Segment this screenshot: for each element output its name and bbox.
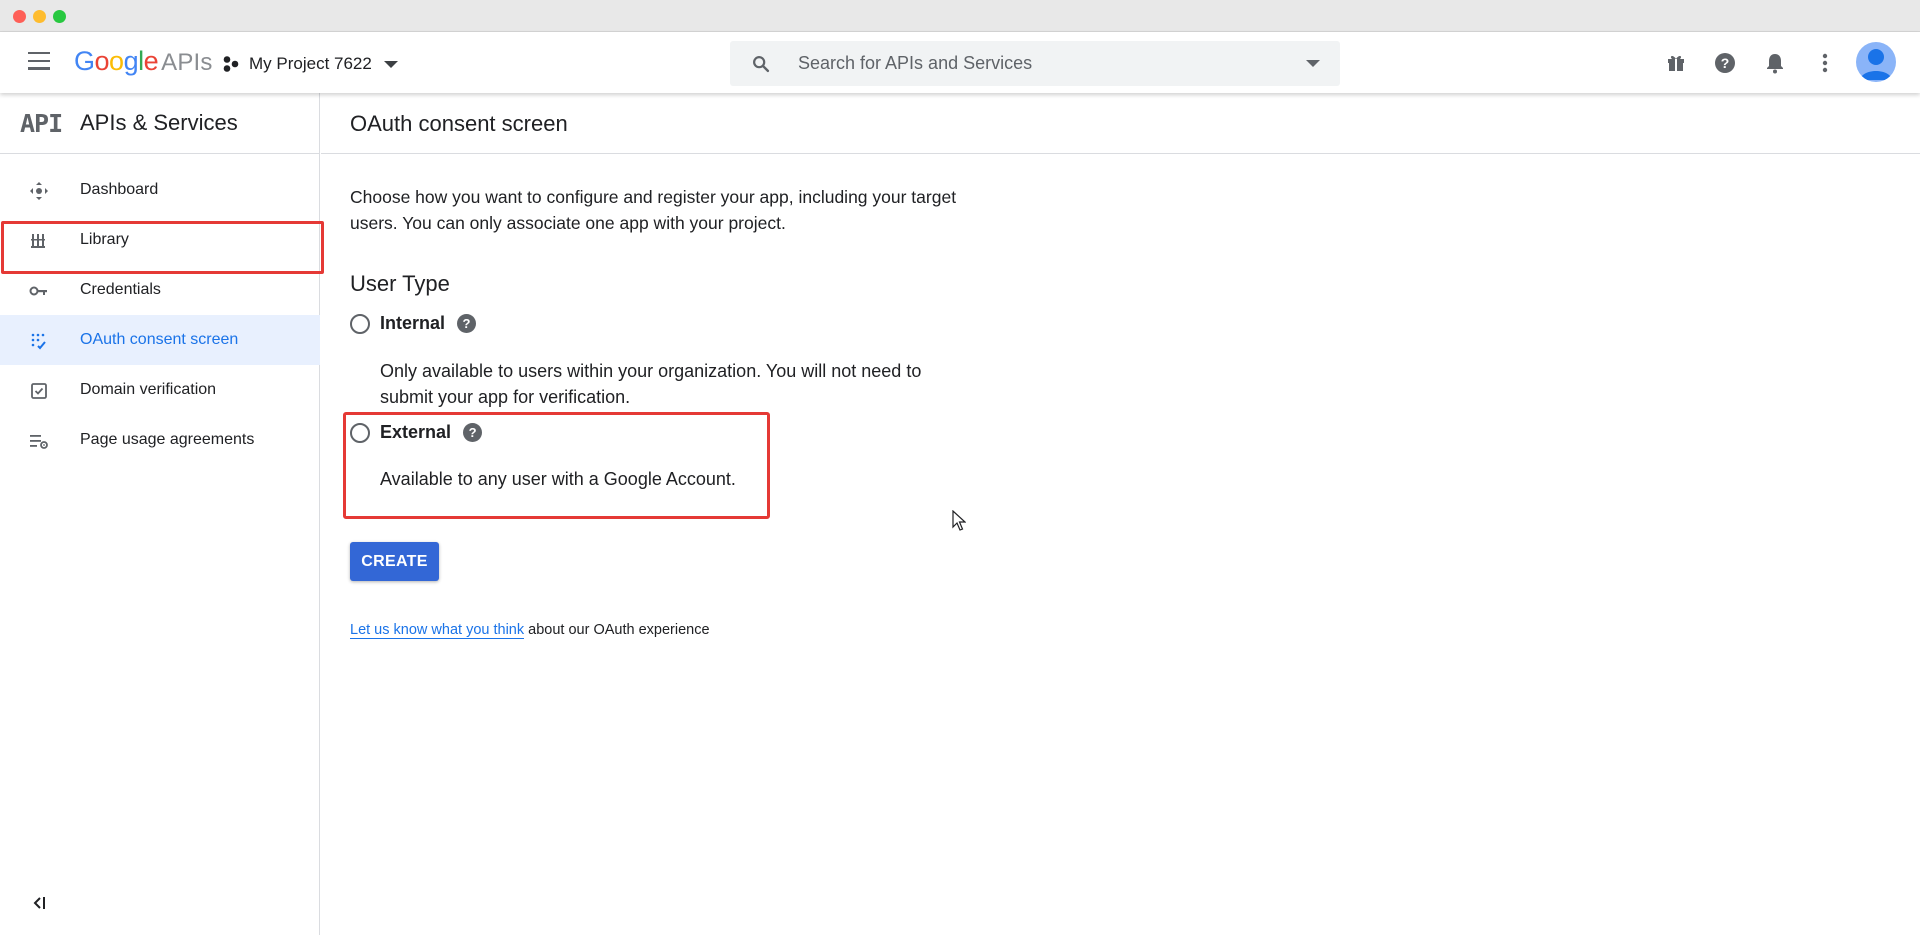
maximize-window-button[interactable]: [53, 10, 66, 23]
help-icon[interactable]: ?: [463, 423, 483, 442]
logo-apis-text: APIs: [161, 49, 213, 76]
project-selector[interactable]: My Project 7622: [222, 52, 398, 76]
key-icon: [29, 286, 47, 296]
internal-radio[interactable]: [350, 313, 370, 334]
user-icon: [1860, 49, 1892, 80]
domain-verification-icon: [31, 383, 47, 399]
help-icon[interactable]: ?: [1713, 51, 1737, 75]
sidebar-item-domain-verification[interactable]: Domain verification: [0, 365, 320, 415]
api-logo-icon: API: [20, 109, 63, 138]
sidebar-item-credentials[interactable]: Credentials: [0, 265, 320, 315]
top-app-bar: GoogleAPIs My Project 7622 ?: [0, 32, 1920, 93]
oauth-icon: [31, 333, 46, 350]
sidebar-item-label: Dashboard: [80, 181, 159, 198]
sidebar-item-label: Page usage agreements: [80, 431, 255, 448]
menu-icon[interactable]: [27, 52, 51, 72]
internal-option: Internal ?: [350, 313, 477, 334]
sidebar-item-label: OAuth consent screen: [80, 331, 239, 348]
internal-label[interactable]: Internal: [380, 313, 445, 334]
feedback-rest: about our OAuth experience: [524, 622, 710, 638]
user-type-heading: User Type: [350, 271, 450, 296]
library-icon: [31, 234, 45, 248]
intro-text: Choose how you want to configure and reg…: [350, 187, 957, 233]
notifications-icon[interactable]: [1763, 51, 1787, 75]
sidebar-item-page-usage-agreements[interactable]: Page usage agreements: [0, 415, 320, 465]
minimize-window-button[interactable]: [33, 10, 46, 23]
external-option: External ?: [350, 422, 483, 443]
sidebar-item-label: Credentials: [80, 281, 161, 298]
sidebar-item-library[interactable]: Library: [0, 215, 320, 265]
external-description: Available to any user with a Google Acco…: [380, 469, 736, 489]
more-vert-icon[interactable]: [1813, 51, 1837, 75]
mouse-cursor-icon: [952, 510, 966, 531]
sidebar-item-dashboard[interactable]: Dashboard: [0, 165, 320, 215]
dashboard-icon: [30, 182, 48, 200]
collapse-sidebar-icon[interactable]: [30, 893, 50, 913]
avatar[interactable]: [1856, 42, 1896, 82]
chevron-down-icon: [383, 60, 398, 68]
sidebar-header: API APIs & Services: [0, 93, 319, 154]
sidebar-item-label: Domain verification: [80, 381, 217, 398]
search-bar[interactable]: [730, 41, 1340, 86]
google-apis-logo[interactable]: Google APIs: [74, 46, 213, 77]
create-button[interactable]: CREATE: [350, 542, 439, 581]
help-icon[interactable]: ?: [457, 314, 477, 333]
sidebar-item-oauth-consent-screen[interactable]: OAuth consent screen: [0, 315, 320, 365]
close-window-button[interactable]: [13, 10, 26, 23]
window-titlebar: [0, 0, 1920, 32]
search-dropdown-icon[interactable]: [1306, 60, 1320, 67]
svg-text:?: ?: [1721, 55, 1730, 71]
feedback-link[interactable]: Let us know what you think: [350, 622, 525, 639]
project-icon: [223, 56, 239, 72]
project-name: My Project 7622: [249, 54, 372, 73]
sidebar-item-label: Library: [80, 231, 129, 248]
search-input[interactable]: [798, 41, 1278, 86]
page-usage-icon: [30, 435, 48, 449]
external-label[interactable]: External: [380, 422, 451, 443]
gift-icon[interactable]: [1664, 51, 1688, 75]
internal-description: Only available to users within your orga…: [380, 361, 922, 407]
page-title: OAuth consent screen: [350, 111, 568, 136]
sidebar: API APIs & Services Dashboard Library Cr…: [0, 93, 320, 935]
search-icon: [753, 56, 770, 73]
external-radio[interactable]: [350, 422, 370, 443]
feedback-text: Let us know what you think about our OAu…: [350, 622, 710, 639]
sidebar-title: APIs & Services: [80, 110, 238, 135]
sidebar-nav: Dashboard Library Credentials OAuth cons…: [0, 165, 320, 465]
main-header: OAuth consent screen: [321, 93, 1920, 154]
